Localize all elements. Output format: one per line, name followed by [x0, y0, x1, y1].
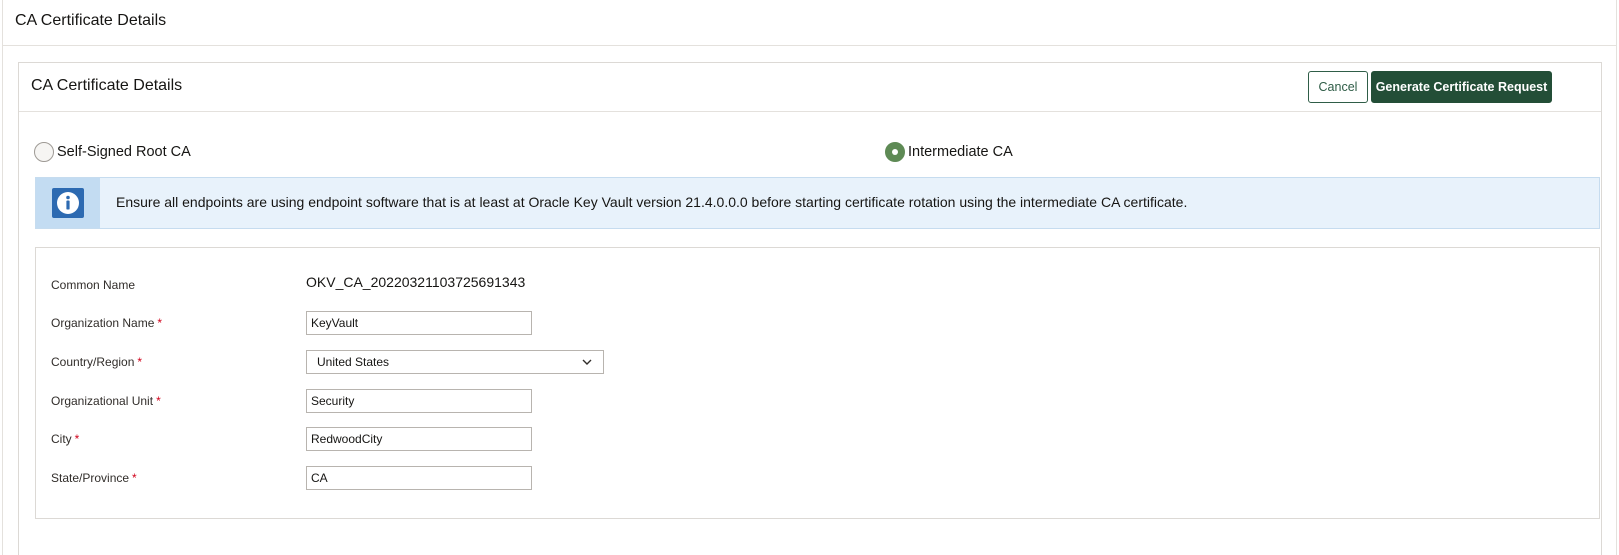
organizational-unit-input[interactable] [306, 389, 532, 413]
organizational-unit-label-text: Organizational Unit [51, 394, 154, 408]
radio-self-signed-label: Self-Signed Root CA [57, 144, 191, 160]
city-input[interactable] [306, 427, 532, 451]
page-header: CA Certificate Details [3, 0, 1616, 46]
country-region-select[interactable]: United States [306, 350, 604, 374]
organization-name-input[interactable] [306, 311, 532, 335]
radio-intermediate-label: Intermediate CA [908, 144, 1013, 160]
region-header: CA Certificate Details Cancel Generate C… [19, 63, 1601, 112]
organization-name-label-text: Organization Name [51, 316, 155, 330]
region-title: CA Certificate Details [31, 77, 183, 94]
country-region-label-text: Country/Region [51, 355, 135, 369]
country-region-label: Country/Region * [51, 355, 142, 369]
certificate-form: Common Name OKV_CA_20220321103725691343 … [35, 247, 1600, 519]
info-icon [52, 188, 84, 218]
required-mark: * [132, 471, 137, 485]
common-name-value: OKV_CA_20220321103725691343 [306, 274, 526, 290]
state-province-label: State/Province * [51, 471, 137, 485]
city-label: City * [51, 432, 79, 446]
city-label-text: City [51, 432, 72, 446]
common-name-label: Common Name [51, 278, 136, 292]
organization-name-label: Organization Name * [51, 316, 162, 330]
radio-intermediate-circle[interactable] [885, 142, 905, 162]
required-mark: * [137, 355, 143, 369]
required-mark: * [157, 316, 163, 330]
required-mark: * [156, 394, 161, 408]
state-province-label-text: State/Province [51, 471, 130, 485]
info-message: Ensure all endpoints are using endpoint … [116, 194, 1188, 210]
generate-certificate-request-button[interactable]: Generate Certificate Request [1371, 71, 1552, 103]
organizational-unit-label: Organizational Unit * [51, 394, 161, 408]
radio-self-signed-circle[interactable] [34, 142, 54, 162]
info-banner: Ensure all endpoints are using endpoint … [35, 177, 1600, 229]
radio-self-signed-root-ca[interactable]: Self-Signed Root CA [34, 141, 191, 163]
radio-intermediate-ca[interactable]: Intermediate CA [885, 141, 1013, 163]
info-icon-container [36, 178, 100, 228]
required-mark: * [74, 432, 80, 446]
page-title: CA Certificate Details [15, 12, 167, 29]
cancel-button[interactable]: Cancel [1308, 71, 1368, 103]
state-province-input[interactable] [306, 466, 532, 490]
chevron-down-icon [582, 359, 592, 365]
country-region-selected-value: United States [317, 355, 390, 369]
